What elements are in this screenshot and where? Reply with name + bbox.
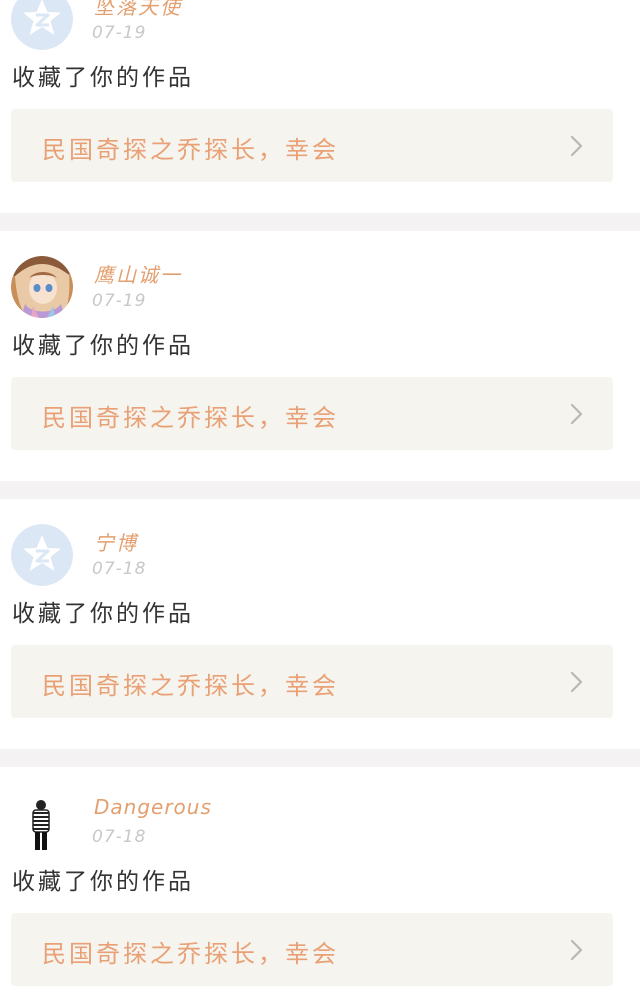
separator xyxy=(0,213,640,231)
feed-item: 宁博 07-18 收藏了你的作品 民国奇探之乔探长，幸会 xyxy=(0,524,640,774)
work-title: 民国奇探之乔探长，幸会 xyxy=(42,940,339,968)
default-star-avatar-icon xyxy=(11,524,73,586)
username[interactable]: 坠落天使 xyxy=(94,0,182,20)
chevron-right-icon xyxy=(570,671,583,693)
avatar[interactable] xyxy=(11,256,73,318)
action-text: 收藏了你的作品 xyxy=(12,333,194,359)
anime-girl-avatar-icon xyxy=(11,256,73,318)
work-title: 民国奇探之乔探长，幸会 xyxy=(42,404,339,432)
timestamp: 07-19 xyxy=(92,23,147,43)
avatar[interactable] xyxy=(11,0,73,50)
feed-item: 坠落天使 07-19 收藏了你的作品 民国奇探之乔探长，幸会 xyxy=(0,0,640,238)
action-text: 收藏了你的作品 xyxy=(12,601,194,627)
timestamp: 07-19 xyxy=(92,291,147,311)
feed-item: 鹰山诚一 07-19 收藏了你的作品 民国奇探之乔探长，幸会 xyxy=(0,256,640,506)
action-text: 收藏了你的作品 xyxy=(12,869,194,895)
avatar[interactable] xyxy=(11,792,73,854)
activity-feed: 坠落天使 07-19 收藏了你的作品 民国奇探之乔探长，幸会 鹰山诚一 07-1… xyxy=(0,0,640,1008)
timestamp: 07-18 xyxy=(92,827,147,847)
separator xyxy=(0,481,640,499)
work-link[interactable]: 民国奇探之乔探长，幸会 xyxy=(11,109,613,182)
username[interactable]: 鹰山诚一 xyxy=(94,259,182,288)
feed-item: Dangerous 07-18 收藏了你的作品 民国奇探之乔探长，幸会 xyxy=(0,792,640,1008)
username[interactable]: Dangerous xyxy=(94,795,212,819)
chevron-right-icon xyxy=(570,939,583,961)
avatar[interactable] xyxy=(11,524,73,586)
work-title: 民国奇探之乔探长，幸会 xyxy=(42,672,339,700)
separator xyxy=(0,749,640,767)
timestamp: 07-18 xyxy=(92,559,147,579)
default-star-avatar-icon xyxy=(11,0,73,50)
work-title: 民国奇探之乔探长，幸会 xyxy=(42,136,339,164)
striped-figure-avatar-icon xyxy=(11,792,73,854)
work-link[interactable]: 民国奇探之乔探长，幸会 xyxy=(11,645,613,718)
work-link[interactable]: 民国奇探之乔探长，幸会 xyxy=(11,377,613,450)
work-link[interactable]: 民国奇探之乔探长，幸会 xyxy=(11,913,613,986)
chevron-right-icon xyxy=(570,135,583,157)
username[interactable]: 宁博 xyxy=(94,527,138,556)
action-text: 收藏了你的作品 xyxy=(12,65,194,91)
chevron-right-icon xyxy=(570,403,583,425)
